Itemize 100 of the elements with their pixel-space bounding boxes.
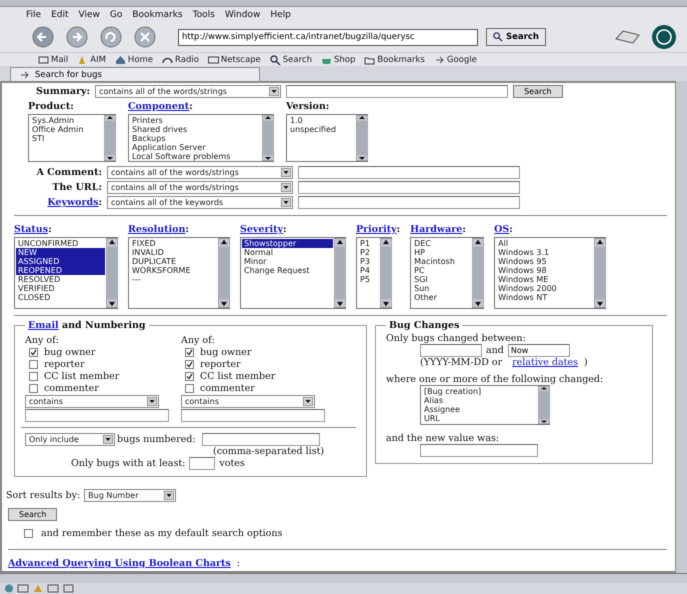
list-option[interactable]: All: [496, 239, 594, 248]
list-option[interactable]: ASSIGNED: [16, 257, 105, 266]
list-option[interactable]: Office Admin: [30, 125, 103, 134]
list-option[interactable]: Backups: [130, 134, 261, 143]
list-option[interactable]: Local Software problems: [130, 152, 261, 161]
list-option[interactable]: URL: [422, 414, 537, 423]
field-link[interactable]: Priority: [356, 224, 397, 235]
checkbox[interactable]: [29, 360, 38, 369]
advanced-querying-link[interactable]: Advanced Querying Using Boolean Charts: [8, 558, 231, 569]
list-option[interactable]: VERIFIED: [16, 284, 105, 293]
list-scrollbar[interactable]: [356, 115, 368, 161]
text-field[interactable]: [298, 181, 520, 194]
list-box[interactable]: 1.0 unspecified: [286, 114, 368, 162]
list-scrollbar[interactable]: [104, 115, 116, 161]
list-option[interactable]: SGI: [412, 275, 472, 284]
list-option[interactable]: STI: [30, 134, 103, 143]
menu-item[interactable]: Edit: [51, 10, 68, 20]
list-option[interactable]: FIXED: [130, 239, 217, 248]
list-option[interactable]: ---: [130, 275, 217, 284]
horizontal-scrollbar[interactable]: [0, 573, 687, 583]
search-button[interactable]: Search: [513, 85, 563, 98]
text-field[interactable]: [189, 457, 216, 470]
forward-icon[interactable]: [64, 26, 90, 48]
list-option[interactable]: REOPENED: [16, 266, 105, 275]
bookmark-button[interactable]: Mail: [38, 54, 68, 64]
list-scrollbar[interactable]: [472, 238, 484, 308]
date-field[interactable]: [420, 344, 482, 357]
list-option[interactable]: UNCONFIRMED: [16, 239, 105, 248]
list-option[interactable]: Windows 3.1: [496, 248, 594, 257]
field-link[interactable]: Hardware: [410, 224, 462, 235]
checkbox[interactable]: [29, 348, 38, 357]
url-field[interactable]: http://www.simplyefficient.ca/intranet/bugzilla/querysc: [178, 28, 478, 46]
list-option[interactable]: P2: [358, 248, 379, 257]
list-scrollbar[interactable]: [594, 238, 606, 308]
list-option[interactable]: Change Request: [242, 266, 333, 275]
list-option[interactable]: Application Server: [130, 143, 261, 152]
field-link[interactable]: Status: [14, 224, 48, 235]
list-option[interactable]: Other: [412, 293, 472, 302]
menu-item[interactable]: Help: [270, 10, 291, 20]
list-option[interactable]: HP: [412, 248, 472, 257]
list-option[interactable]: CLOSED: [16, 293, 105, 302]
list-option[interactable]: Windows 98: [496, 266, 594, 275]
dropdown[interactable]: contains: [25, 395, 159, 408]
text-field[interactable]: [286, 85, 508, 98]
checkbox[interactable]: [185, 360, 194, 369]
text-field[interactable]: [25, 409, 169, 422]
list-scrollbar[interactable]: [218, 238, 230, 308]
list-option[interactable]: Normal: [242, 248, 333, 257]
list-option[interactable]: NEW: [16, 248, 105, 257]
list-option[interactable]: P1: [358, 239, 379, 248]
dropdown[interactable]: contains all of the words/strings: [95, 85, 282, 98]
list-box[interactable]: FIXED INVALID DUPLICATE WORKSFORME ---: [128, 237, 230, 309]
list-scrollbar[interactable]: [538, 386, 550, 424]
vertical-scrollbar[interactable]: [675, 81, 687, 573]
list-option[interactable]: Sun: [412, 284, 472, 293]
dropdown[interactable]: Only include: [25, 433, 115, 446]
relative-dates-link[interactable]: relative dates: [512, 357, 578, 368]
list-box[interactable]: Sys.Admin Office Admin STI: [28, 114, 116, 162]
browser-tab[interactable]: Search for bugs: [10, 67, 260, 81]
text-field[interactable]: [298, 196, 520, 209]
list-option[interactable]: Assignee: [422, 405, 537, 414]
field-link[interactable]: Component: [128, 101, 190, 112]
field-link[interactable]: Severity: [240, 224, 283, 235]
menu-item[interactable]: Go: [110, 10, 122, 20]
list-option[interactable]: P5: [358, 275, 379, 284]
bookmark-button[interactable]: Home: [114, 54, 154, 64]
bookmark-button[interactable]: AIM: [77, 54, 106, 64]
bookmark-button[interactable]: Netscape: [208, 54, 261, 64]
list-option[interactable]: Windows 95: [496, 257, 594, 266]
date-field[interactable]: Now: [508, 344, 570, 357]
bookmark-button[interactable]: Shop: [320, 54, 356, 64]
back-icon[interactable]: [30, 26, 56, 48]
list-option[interactable]: Windows NT: [496, 293, 594, 302]
menu-item[interactable]: Bookmarks: [132, 10, 183, 20]
text-field[interactable]: [181, 409, 325, 422]
list-box[interactable]: DEC HP Macintosh PC SGI Sun Other: [410, 237, 484, 309]
list-scrollbar[interactable]: [262, 115, 274, 161]
list-option[interactable]: 1.0: [288, 116, 355, 125]
list-option[interactable]: Macintosh: [412, 257, 472, 266]
reload-icon[interactable]: [98, 26, 124, 48]
list-option[interactable]: Showstopper: [242, 239, 333, 248]
field-link[interactable]: Keywords: [47, 197, 98, 208]
checkbox[interactable]: [29, 384, 38, 393]
dropdown[interactable]: contains all of the keywords: [107, 196, 293, 209]
checkbox[interactable]: [185, 348, 194, 357]
email-link[interactable]: Email: [28, 320, 59, 331]
list-box[interactable]: Showstopper Normal Minor Change Request: [240, 237, 346, 309]
bookmark-button[interactable]: Bookmarks: [364, 54, 425, 64]
checkbox[interactable]: [185, 372, 194, 381]
list-option[interactable]: Windows 2000: [496, 284, 594, 293]
field-link[interactable]: OS: [494, 224, 510, 235]
list-option[interactable]: Shared drives: [130, 125, 261, 134]
field-link[interactable]: Resolution: [128, 224, 186, 235]
list-scrollbar[interactable]: [334, 238, 346, 308]
list-option[interactable]: DUPLICATE: [130, 257, 217, 266]
checkbox[interactable]: [185, 384, 194, 393]
list-option[interactable]: Windows ME: [496, 275, 594, 284]
bookmark-button[interactable]: Radio: [162, 54, 199, 64]
dropdown[interactable]: Bug Number: [84, 489, 176, 502]
list-box[interactable]: [Bug creation] Alias Assignee URL: [420, 385, 550, 425]
